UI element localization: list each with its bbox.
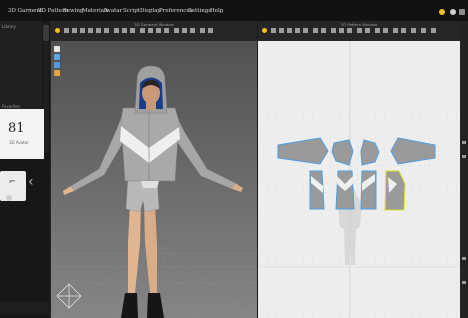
- right-panel-toggle-icon[interactable]: [462, 155, 466, 158]
- right-panel-toggle-icon[interactable]: [462, 141, 466, 144]
- 2d-pattern-canvas[interactable]: [258, 21, 460, 318]
- window-icon[interactable]: [459, 9, 465, 15]
- avatar-size-value: 81: [8, 121, 25, 136]
- view-gizmo-icon[interactable]: [56, 283, 82, 309]
- right-side-toolbar: [460, 21, 468, 318]
- menu-sewing[interactable]: Sewing: [63, 8, 84, 14]
- library-panel: Library Favorites 81 3D Avatar ⌐ ‹: [0, 21, 51, 318]
- menu-avatar[interactable]: Avatar: [104, 8, 122, 14]
- canvas-grid: [258, 41, 460, 318]
- 3d-garment-window[interactable]: 3D Garment Window: [51, 21, 257, 318]
- user-icon[interactable]: [439, 9, 445, 15]
- avatar-right-leg: [144, 204, 157, 293]
- avatar-right-shoe: [147, 293, 164, 318]
- scrollbar-thumb[interactable]: [43, 25, 49, 41]
- right-sleeve[interactable]: [174, 112, 236, 190]
- menu-display[interactable]: Display: [140, 8, 161, 14]
- avatar-caption: 3D Avatar: [9, 140, 29, 145]
- left-sleeve[interactable]: [70, 112, 126, 192]
- status-dot-icon: [6, 195, 12, 201]
- thumbnail-glyph: ⌐: [9, 177, 16, 186]
- avatar-left-shoe: [121, 293, 138, 318]
- avatar[interactable]: [63, 65, 243, 318]
- hoodie-pocket: [141, 181, 159, 188]
- menu-bar: 3D Garment 2D Pattern Sewing Materials A…: [0, 0, 468, 21]
- right-panel-toggle-icon[interactable]: [462, 257, 466, 260]
- 3d-viewport[interactable]: [51, 21, 257, 318]
- settings-icon[interactable]: [450, 9, 456, 15]
- menu-help[interactable]: Help: [210, 8, 223, 14]
- pattern-pocket-selected[interactable]: [384, 170, 406, 211]
- library-label: Library: [2, 24, 16, 29]
- 2d-pattern-window[interactable]: 2D Pattern Window: [258, 21, 460, 318]
- library-thumbnail[interactable]: ⌐: [0, 171, 26, 201]
- library-bottom-bar: [0, 302, 51, 314]
- right-panel-toggle-icon[interactable]: [462, 281, 466, 284]
- avatar-info-card[interactable]: 81 3D Avatar: [0, 109, 44, 159]
- avatar-left-leg: [128, 204, 141, 293]
- library-browser: Library: [0, 21, 42, 109]
- menu-scripts[interactable]: Script: [123, 8, 140, 14]
- chevron-left-icon[interactable]: ‹: [28, 174, 34, 190]
- menu-settings[interactable]: Settings: [188, 8, 211, 14]
